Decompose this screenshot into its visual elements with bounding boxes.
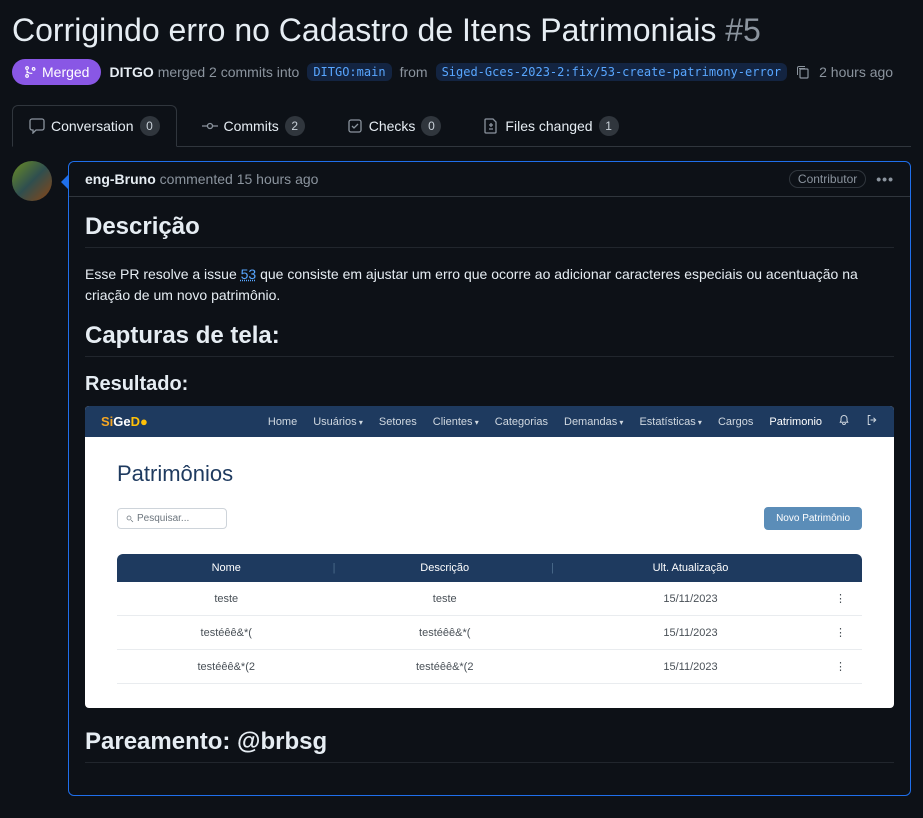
nav-cargos: Cargos — [718, 416, 753, 428]
merge-actor[interactable]: DITGO — [109, 64, 153, 80]
checklist-icon — [347, 118, 363, 134]
tab-label: Commits — [224, 118, 279, 134]
comment-body: Descrição Esse PR resolve a issue 53 que… — [69, 197, 910, 795]
th-nome: Nome — [117, 554, 335, 582]
comment-box: eng-Bruno commented 15 hours ago Contrib… — [68, 161, 911, 796]
embedded-navbar: SiGeD● Home Usuários Setores Clientes Ca… — [85, 406, 894, 437]
exit-icon — [866, 414, 878, 429]
nav-usuarios: Usuários — [313, 416, 363, 428]
comment-actions: Contributor ••• — [789, 170, 894, 188]
tab-label: Checks — [369, 118, 416, 134]
row-menu-icon: ⋮ — [827, 582, 862, 616]
tab-label: Files changed — [505, 118, 592, 134]
cell-nome: testéêê&*(2 — [117, 650, 335, 684]
nav-estatisticas: Estatísticas — [639, 416, 702, 428]
new-patrimonio-button: Novo Patrimônio — [764, 507, 862, 530]
comment-author[interactable]: eng-Bruno — [85, 171, 156, 187]
comment-thread: eng-Bruno commented 15 hours ago Contrib… — [12, 161, 911, 796]
heading-result: Resultado: — [85, 373, 894, 396]
row-menu-icon: ⋮ — [827, 650, 862, 684]
merge-time: 2 hours ago — [819, 64, 893, 80]
tab-label: Conversation — [51, 118, 134, 134]
embedded-toolbar: Pesquisar... Novo Patrimônio — [117, 507, 862, 530]
patrimonio-table: Nome Descrição Ult. Atualização teste te… — [117, 554, 862, 684]
cell-nome: teste — [117, 582, 335, 616]
comment-verb: commented — [160, 171, 233, 187]
th-atualizacao: Ult. Atualização — [554, 554, 827, 582]
tab-nav: Conversation 0 Commits 2 Checks 0 Files … — [12, 105, 911, 147]
merge-action: merged 2 commits into — [158, 64, 300, 80]
th-descricao: Descrição — [335, 554, 553, 582]
comment-icon — [29, 118, 45, 134]
tab-commits[interactable]: Commits 2 — [185, 105, 322, 147]
embedded-content: Patrimônios Pesquisar... Novo Patrimônio… — [85, 437, 894, 708]
tab-counter: 1 — [599, 116, 619, 136]
heading-description: Descrição — [85, 213, 894, 248]
bell-icon — [838, 414, 850, 429]
nav-patrimonio: Patrimonio — [769, 416, 822, 428]
embedded-page-title: Patrimônios — [117, 461, 862, 487]
pr-title-text: Corrigindo erro no Cadastro de Itens Pat… — [12, 12, 716, 48]
issue-link[interactable]: 53 — [241, 266, 257, 282]
desc-pre: Esse PR resolve a issue — [85, 266, 241, 282]
tab-conversation[interactable]: Conversation 0 — [12, 105, 177, 147]
tab-checks[interactable]: Checks 0 — [330, 105, 459, 147]
comment-time[interactable]: 15 hours ago — [237, 171, 319, 187]
merged-badge: Merged — [12, 59, 101, 85]
cell-date: 15/11/2023 — [554, 616, 827, 650]
cell-desc: testéêê&*(2 — [335, 650, 553, 684]
from-word: from — [400, 64, 428, 80]
merged-badge-label: Merged — [42, 64, 89, 80]
kebab-menu-icon[interactable]: ••• — [876, 171, 894, 187]
pr-meta-row: Merged DITGO merged 2 commits into DITGO… — [12, 59, 911, 85]
description-paragraph: Esse PR resolve a issue 53 que consiste … — [85, 264, 894, 306]
cell-date: 15/11/2023 — [554, 650, 827, 684]
search-placeholder: Pesquisar... — [137, 513, 189, 524]
pr-title: Corrigindo erro no Cadastro de Itens Pat… — [12, 12, 911, 49]
search-icon — [126, 515, 134, 523]
head-branch-pill[interactable]: Siged-Gces-2023-2:fix/53-create-patrimon… — [436, 63, 788, 81]
base-branch-pill[interactable]: DITGO:main — [307, 63, 391, 81]
embedded-screenshot[interactable]: SiGeD● Home Usuários Setores Clientes Ca… — [85, 406, 894, 708]
cell-desc: testéêê&*( — [335, 616, 553, 650]
heading-captures: Capturas de tela: — [85, 322, 894, 357]
tab-counter: 0 — [421, 116, 441, 136]
tab-counter: 0 — [140, 116, 160, 136]
cell-date: 15/11/2023 — [554, 582, 827, 616]
merge-description: DITGO merged 2 commits into — [109, 64, 299, 80]
nav-home: Home — [268, 416, 297, 428]
tab-files[interactable]: Files changed 1 — [466, 105, 635, 147]
commit-icon — [202, 118, 218, 134]
cell-desc: teste — [335, 582, 553, 616]
embedded-logo: SiGeD● — [101, 414, 148, 429]
table-row: testéêê&*(2 testéêê&*(2 15/11/2023 ⋮ — [117, 650, 862, 684]
file-diff-icon — [483, 118, 499, 134]
comment-meta: eng-Bruno commented 15 hours ago — [85, 171, 318, 187]
nav-setores: Setores — [379, 416, 417, 428]
avatar[interactable] — [12, 161, 52, 201]
heading-pairing: Pareamento: @brbsg — [85, 728, 894, 763]
copy-icon[interactable] — [795, 64, 811, 80]
nav-demandas: Demandas — [564, 416, 623, 428]
tab-counter: 2 — [285, 116, 305, 136]
git-merge-icon — [24, 65, 38, 79]
comment-header: eng-Bruno commented 15 hours ago Contrib… — [69, 162, 910, 197]
pr-number: #5 — [725, 12, 761, 48]
table-row: testéêê&*( testéêê&*( 15/11/2023 ⋮ — [117, 616, 862, 650]
nav-clientes: Clientes — [433, 416, 479, 428]
row-menu-icon: ⋮ — [827, 616, 862, 650]
search-input: Pesquisar... — [117, 508, 227, 529]
contributor-badge: Contributor — [789, 170, 866, 188]
nav-categorias: Categorias — [495, 416, 548, 428]
table-row: teste teste 15/11/2023 ⋮ — [117, 582, 862, 616]
cell-nome: testéêê&*( — [117, 616, 335, 650]
